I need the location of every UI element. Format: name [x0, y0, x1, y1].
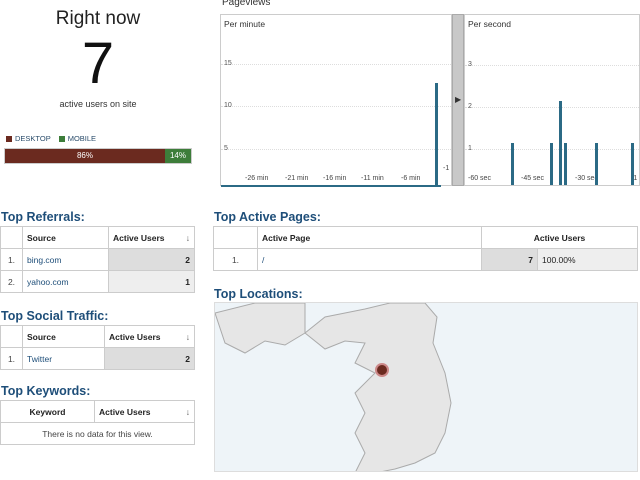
pageviews-section: Pageviews Per minute 15 10 5 -26 min -21…	[220, 0, 640, 190]
per-second-bar	[631, 143, 635, 185]
active-users-value: 2	[104, 347, 195, 370]
legend-desktop: DESKTOP	[6, 134, 51, 143]
sort-down-icon: ↓	[185, 232, 190, 243]
desktop-swatch	[6, 136, 12, 142]
page-link[interactable]: /	[257, 248, 482, 271]
table-header: Keyword Active Users ↓	[0, 400, 195, 423]
active-users-caption: active users on site	[59, 99, 137, 109]
ytick-3: 3	[468, 61, 472, 68]
social-link[interactable]: Twitter	[22, 347, 105, 370]
location-marker[interactable]	[375, 363, 389, 377]
per-second-chart: Per second 3 2 1 -60 sec -45 sec -30 sec…	[464, 14, 640, 186]
ytick-1: 1	[468, 145, 472, 152]
column-source[interactable]: Source	[22, 226, 109, 249]
table-row: 1. / 7 100.00%	[213, 248, 638, 271]
xtick: -1	[443, 165, 450, 172]
column-keyword[interactable]: Keyword	[0, 400, 95, 423]
per-second-label: Per second	[468, 19, 511, 29]
device-legend: DESKTOP MOBILE	[6, 134, 96, 143]
right-now-title: Right now	[55, 8, 141, 29]
column-source[interactable]: Source	[22, 325, 105, 348]
chevron-right-icon: ▶	[455, 95, 462, 104]
active-users-value: 2	[108, 248, 195, 271]
xtick: -16 min	[323, 175, 347, 182]
xtick: -26 min	[245, 175, 269, 182]
xtick: -45 sec	[521, 175, 544, 182]
pageviews-title: Pageviews	[222, 0, 271, 8]
active-users-percent: 100.00%	[537, 248, 638, 271]
per-second-bar	[564, 143, 568, 185]
top-keywords-table: Keyword Active Users ↓ There is no data f…	[0, 400, 195, 445]
column-active-users[interactable]: Active Users	[481, 226, 638, 249]
referral-link[interactable]: bing.com	[22, 248, 109, 271]
active-users-value: 7	[481, 248, 538, 271]
xtick: -6 min	[401, 175, 421, 182]
column-active-users[interactable]: Active Users ↓	[108, 226, 195, 249]
mobile-share-bar: 14%	[164, 149, 191, 163]
per-second-bar	[550, 143, 554, 185]
locations-map[interactable]	[214, 302, 638, 472]
per-minute-chart: Per minute 15 10 5 -26 min -21 min -16 m…	[220, 14, 452, 187]
xtick: -11 min	[361, 175, 384, 182]
xtick: -21 min	[285, 175, 309, 182]
top-social-heading: Top Social Traffic:	[1, 309, 109, 323]
ytick-15: 15	[224, 60, 232, 67]
column-active-users[interactable]: Active Users ↓	[104, 325, 195, 348]
device-split-bar: 86% 14%	[4, 148, 192, 164]
top-pages-heading: Top Active Pages:	[214, 210, 321, 224]
ytick-5: 5	[224, 145, 228, 152]
table-row: 1. bing.com 2	[0, 248, 195, 271]
table-header: Active Page Active Users	[213, 226, 638, 249]
ytick-2: 2	[468, 103, 472, 110]
sort-down-icon: ↓	[185, 331, 190, 342]
no-data-message: There is no data for this view.	[0, 422, 195, 445]
mobile-swatch	[58, 136, 65, 142]
table-header: Source Active Users ↓	[0, 226, 195, 249]
per-second-bar	[558, 101, 562, 185]
table-row: There is no data for this view.	[0, 422, 195, 445]
per-minute-baseline	[221, 185, 441, 187]
top-social-table: Source Active Users ↓ 1. Twitter 2	[0, 325, 195, 370]
per-second-bar	[595, 143, 598, 185]
referral-link[interactable]: yahoo.com	[22, 270, 109, 293]
korea-map-shape	[215, 303, 452, 471]
chart-divider-handle[interactable]: ▶	[452, 14, 464, 186]
top-pages-table: Active Page Active Users 1. / 7 100.00%	[213, 226, 638, 271]
table-header: Source Active Users ↓	[0, 325, 195, 348]
desktop-share-bar: 86%	[5, 149, 165, 163]
per-second-bar	[511, 143, 514, 185]
top-referrals-heading: Top Referrals:	[1, 210, 85, 224]
sort-down-icon: ↓	[185, 406, 190, 417]
column-active-users[interactable]: Active Users ↓	[94, 400, 195, 423]
per-minute-label: Per minute	[224, 19, 266, 29]
column-active-page[interactable]: Active Page	[257, 226, 482, 249]
right-now-panel: Right now 7 active users on site DESKTOP…	[0, 0, 196, 190]
legend-mobile: MOBILE	[58, 134, 96, 143]
active-users-value: 1	[108, 270, 195, 293]
top-referrals-table: Source Active Users ↓ 1. bing.com 2 2. ya…	[0, 226, 195, 293]
table-row: 2. yahoo.com 1	[0, 270, 195, 293]
active-user-count: 7	[81, 31, 115, 96]
ytick-10: 10	[224, 102, 232, 109]
top-keywords-heading: Top Keywords:	[1, 384, 91, 398]
table-row: 1. Twitter 2	[0, 347, 195, 370]
per-minute-bar	[435, 83, 438, 185]
xtick: -60 sec	[468, 175, 491, 182]
top-locations-heading: Top Locations:	[214, 287, 303, 301]
